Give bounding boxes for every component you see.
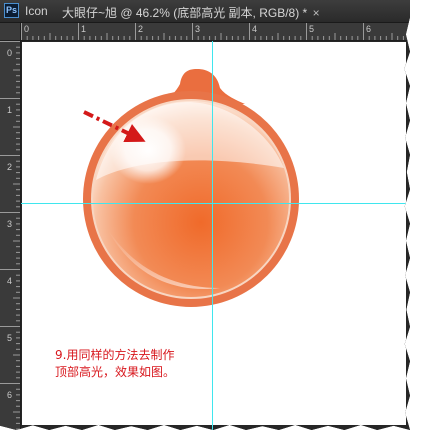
document-canvas[interactable]: 9.用同样的方法去制作 顶部高光，效果如图。 xyxy=(22,42,406,425)
app-name: Icon xyxy=(25,4,48,18)
caption-line: 9.用同样的方法去制作 xyxy=(55,348,175,362)
document-title: 大眼仔~旭 @ 46.2% (底部高光 副本, RGB/8) * xyxy=(62,6,308,20)
horizontal-ruler[interactable]: 0 1 2 3 4 5 6 xyxy=(21,23,410,41)
ruler-label: 0 xyxy=(24,24,30,34)
ruler-label: 6 xyxy=(366,24,372,34)
ruler-label: 0 xyxy=(7,48,13,58)
document-tab[interactable]: 大眼仔~旭 @ 46.2% (底部高光 副本, RGB/8) * × xyxy=(62,4,320,21)
vertical-ruler[interactable]: 0 1 2 3 4 5 6 xyxy=(0,41,21,430)
canvas-area[interactable]: 9.用同样的方法去制作 顶部高光，效果如图。 xyxy=(21,41,410,430)
ruler-label: 5 xyxy=(7,333,13,343)
ruler-label: 3 xyxy=(195,24,201,34)
photoshop-window: Ps Icon 大眼仔~旭 @ 46.2% (底部高光 副本, RGB/8) *… xyxy=(0,0,410,430)
ruler-label: 2 xyxy=(138,24,144,34)
photoshop-logo-icon: Ps xyxy=(4,3,19,18)
vertical-guide[interactable] xyxy=(212,41,213,430)
ruler-label: 4 xyxy=(252,24,258,34)
horizontal-guide[interactable] xyxy=(21,203,410,204)
ruler-origin[interactable] xyxy=(0,23,21,41)
close-tab-icon[interactable]: × xyxy=(313,6,320,20)
ruler-label: 4 xyxy=(7,276,13,286)
ruler-label: 3 xyxy=(7,219,13,229)
ruler-label: 1 xyxy=(7,105,13,115)
ruler-label: 5 xyxy=(309,24,315,34)
caption-line: 顶部高光，效果如图。 xyxy=(55,365,176,379)
ruler-label: 1 xyxy=(81,24,87,34)
ruler-label: 6 xyxy=(7,390,13,400)
tutorial-caption: 9.用同样的方法去制作 顶部高光，效果如图。 xyxy=(55,347,175,381)
ruler-label: 2 xyxy=(7,162,13,172)
title-bar: Ps Icon 大眼仔~旭 @ 46.2% (底部高光 副本, RGB/8) *… xyxy=(0,0,410,23)
